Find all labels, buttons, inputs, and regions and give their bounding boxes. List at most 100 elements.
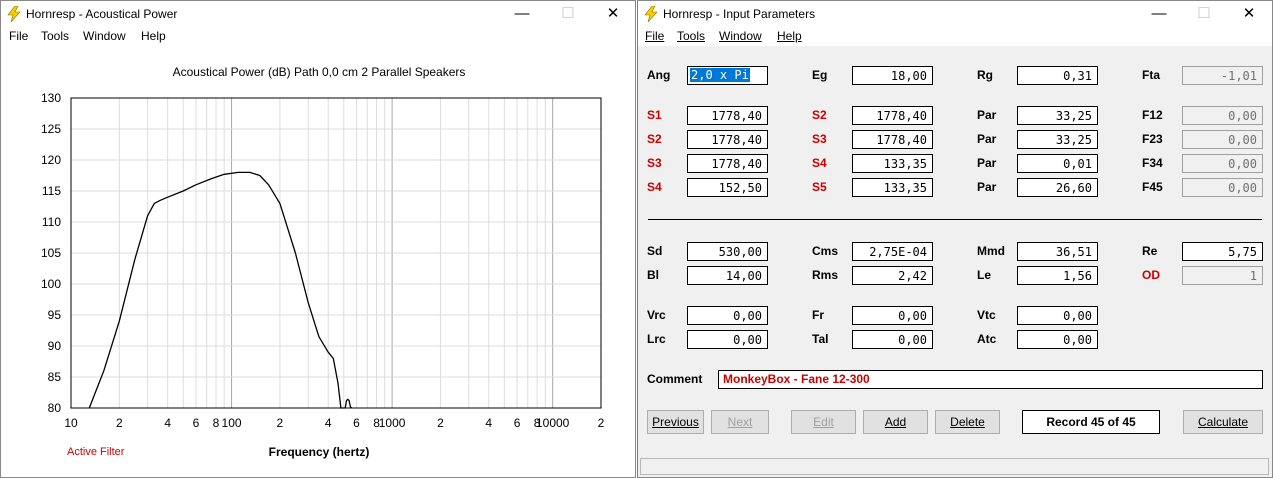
label-f45: F45 xyxy=(1142,180,1163,194)
field-s2-left[interactable]: 1778,40 xyxy=(687,130,768,149)
field-par-1[interactable]: 33,25 xyxy=(1017,106,1098,125)
menu-bar: File Tools Window Help xyxy=(1,27,635,46)
x-tick-label: 6 xyxy=(353,416,360,430)
field-ang[interactable]: 2,0 x Pi xyxy=(687,66,768,85)
close-button[interactable]: ✕ xyxy=(1226,1,1272,27)
label-s2: S2 xyxy=(647,132,662,146)
label-rms: Rms xyxy=(812,268,839,282)
label-vrc: Vrc xyxy=(647,308,666,322)
label-comment: Comment xyxy=(647,372,703,386)
label-s3: S3 xyxy=(647,156,662,170)
menu-tools[interactable]: Tools xyxy=(677,29,705,43)
field-f23: 0,00 xyxy=(1182,130,1263,149)
add-button[interactable]: Add xyxy=(863,410,928,434)
close-button[interactable]: ✕ xyxy=(590,1,636,27)
label-cms: Cms xyxy=(812,244,839,258)
title-bar[interactable]: Hornresp - Input Parameters — ☐ ✕ xyxy=(638,1,1272,27)
field-s2[interactable]: 1778,40 xyxy=(852,106,933,125)
x-tick-label: 4 xyxy=(485,416,492,430)
label-par: Par xyxy=(977,180,997,194)
window-title: Hornresp - Acoustical Power xyxy=(26,7,178,21)
x-tick-label: 2 xyxy=(598,416,605,430)
field-atc[interactable]: 0,00 xyxy=(1017,330,1098,349)
y-tick-label: 100 xyxy=(41,277,61,291)
field-s5[interactable]: 133,35 xyxy=(852,178,933,197)
y-tick-label: 120 xyxy=(41,153,61,167)
label-f12: F12 xyxy=(1142,108,1163,122)
maximize-button[interactable]: ☐ xyxy=(545,1,591,27)
label-sd: Sd xyxy=(647,244,663,258)
input-parameters-window: Hornresp - Input Parameters — ☐ ✕ File T… xyxy=(637,0,1273,478)
x-tick-label: 1000 xyxy=(379,416,406,430)
menu-window[interactable]: Window xyxy=(719,29,762,43)
field-f12: 0,00 xyxy=(1182,106,1263,125)
field-s4-left[interactable]: 152,50 xyxy=(687,178,768,197)
field-le[interactable]: 1,56 xyxy=(1017,266,1098,285)
field-eg[interactable]: 18,00 xyxy=(852,66,933,85)
menu-file[interactable]: File xyxy=(9,29,28,43)
label-s5: S5 xyxy=(812,180,827,194)
field-par-2[interactable]: 33,25 xyxy=(1017,130,1098,149)
field-vrc[interactable]: 0,00 xyxy=(687,306,768,325)
field-s3-left[interactable]: 1778,40 xyxy=(687,154,768,173)
field-f34: 0,00 xyxy=(1182,154,1263,173)
previous-button[interactable]: Previous xyxy=(647,410,704,434)
lightning-icon xyxy=(644,6,658,22)
minimize-button[interactable]: — xyxy=(1136,1,1182,27)
label-f23: F23 xyxy=(1142,132,1163,146)
field-bl[interactable]: 14,00 xyxy=(687,266,768,285)
x-axis-label: Frequency (hertz) xyxy=(268,445,370,459)
x-tick-label: 4 xyxy=(164,416,171,430)
x-tick-label: 100 xyxy=(222,416,242,430)
label-re: Re xyxy=(1142,244,1158,258)
field-re[interactable]: 5,75 xyxy=(1182,242,1263,261)
menu-tools[interactable]: Tools xyxy=(41,29,69,43)
minimize-button[interactable]: — xyxy=(499,1,545,27)
field-fta: -1,01 xyxy=(1182,66,1263,85)
label-s4: S4 xyxy=(812,156,827,170)
field-lrc[interactable]: 0,00 xyxy=(687,330,768,349)
label-mmd: Mmd xyxy=(977,244,1005,258)
field-fr[interactable]: 0,00 xyxy=(852,306,933,325)
field-s4[interactable]: 133,35 xyxy=(852,154,933,173)
field-rms[interactable]: 2,42 xyxy=(852,266,933,285)
field-s3[interactable]: 1778,40 xyxy=(852,130,933,149)
field-sd[interactable]: 530,00 xyxy=(687,242,768,261)
menu-file[interactable]: File xyxy=(645,29,664,43)
menu-window[interactable]: Window xyxy=(83,29,126,43)
edit-button[interactable]: Edit xyxy=(791,410,856,434)
menu-help[interactable]: Help xyxy=(141,29,166,43)
label-s1: S1 xyxy=(647,108,662,122)
field-f45: 0,00 xyxy=(1182,178,1263,197)
title-bar[interactable]: Hornresp - Acoustical Power — ☐ ✕ xyxy=(1,1,635,27)
chart-area: Acoustical Power (dB) Path 0,0 cm 2 Para… xyxy=(1,46,635,477)
x-tick-label: 10 xyxy=(64,416,78,430)
field-od[interactable]: 1 xyxy=(1182,266,1263,285)
x-tick-label: 2 xyxy=(437,416,444,430)
next-button[interactable]: Next xyxy=(711,410,769,434)
field-s1[interactable]: 1778,40 xyxy=(687,106,768,125)
maximize-button[interactable]: ☐ xyxy=(1181,1,1227,27)
field-vtc[interactable]: 0,00 xyxy=(1017,306,1098,325)
field-par-4[interactable]: 26,60 xyxy=(1017,178,1098,197)
calculate-button[interactable]: Calculate xyxy=(1183,410,1263,434)
delete-button[interactable]: Delete xyxy=(935,410,1000,434)
label-eg: Eg xyxy=(812,68,828,82)
label-atc: Atc xyxy=(977,332,997,346)
field-rg[interactable]: 0,31 xyxy=(1017,66,1098,85)
field-tal[interactable]: 0,00 xyxy=(852,330,933,349)
x-tick-label: 6 xyxy=(514,416,521,430)
field-cms[interactable]: 2,75E-04 xyxy=(852,242,933,261)
field-mmd[interactable]: 36,51 xyxy=(1017,242,1098,261)
x-tick-label: 8 xyxy=(213,416,220,430)
x-tick-label: 4 xyxy=(325,416,332,430)
y-tick-label: 85 xyxy=(48,370,62,384)
label-bl: Bl xyxy=(647,268,659,282)
menu-help[interactable]: Help xyxy=(777,29,802,43)
field-par-3[interactable]: 0,01 xyxy=(1017,154,1098,173)
label-s2: S2 xyxy=(812,108,827,122)
menu-bar: File Tools Window Help xyxy=(638,27,1272,46)
y-tick-label: 95 xyxy=(48,308,62,322)
label-s4: S4 xyxy=(647,180,662,194)
comment-field[interactable]: MonkeyBox - Fane 12-300 xyxy=(718,370,1263,389)
